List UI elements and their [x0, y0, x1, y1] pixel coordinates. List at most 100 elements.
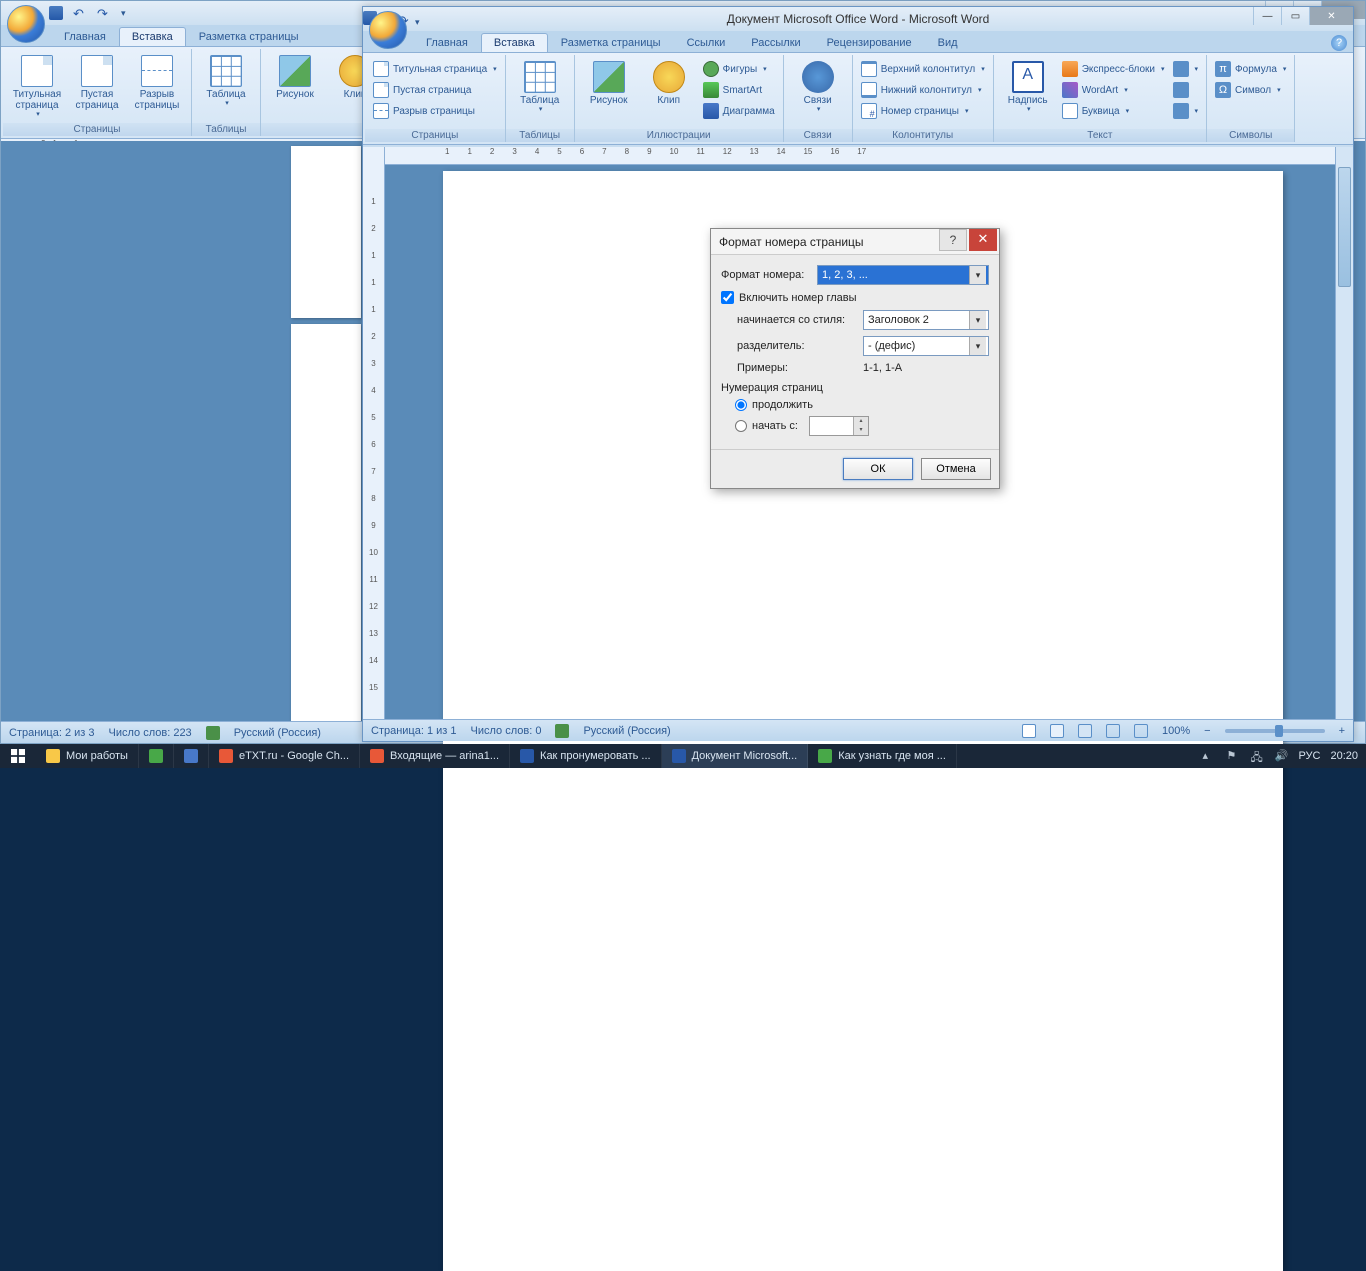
continue-radio[interactable]: продолжить: [721, 399, 989, 411]
qat-dropdown-icon[interactable]: ▾: [415, 17, 420, 27]
tab-home[interactable]: Главная: [51, 27, 119, 46]
smartart-button[interactable]: SmartArt: [701, 80, 777, 100]
blank-page-button[interactable]: Пустая страница: [69, 53, 125, 113]
page-break-button[interactable]: Разрыв страницы: [371, 101, 499, 121]
qat-dropdown-icon[interactable]: ▾: [121, 8, 126, 19]
taskbar-item[interactable]: [139, 744, 174, 768]
status-lang-back[interactable]: Русский (Россия): [234, 727, 321, 739]
tray-lang[interactable]: РУС: [1298, 750, 1320, 762]
blank-page-button[interactable]: Пустая страница: [371, 80, 499, 100]
wordart-button[interactable]: WordArt: [1060, 80, 1167, 100]
save-icon[interactable]: [49, 6, 63, 20]
continue-radio-input[interactable]: [735, 399, 747, 411]
view-draft-icon[interactable]: [1134, 724, 1148, 738]
status-page-back[interactable]: Страница: 2 из 3: [9, 727, 95, 739]
dialog-close-button[interactable]: ✕: [969, 229, 997, 251]
table-button[interactable]: Таблица: [512, 59, 568, 116]
tray-volume-icon[interactable]: 🔊: [1274, 749, 1288, 763]
tab-layout[interactable]: Разметка страницы: [186, 27, 312, 46]
status-words-back[interactable]: Число слов: 223: [109, 727, 192, 739]
view-web-icon[interactable]: [1078, 724, 1092, 738]
dialog-title[interactable]: Формат номера страницы ? ✕: [711, 229, 999, 255]
ruler-vertical-front[interactable]: 1211123456789101112131415: [363, 147, 385, 719]
picture-button[interactable]: Рисунок: [581, 59, 637, 108]
status-lang-front[interactable]: Русский (Россия): [583, 725, 670, 737]
dialog-help-button[interactable]: ?: [939, 229, 967, 251]
view-print-icon[interactable]: [1022, 724, 1036, 738]
start-at-spinner[interactable]: [809, 416, 869, 436]
taskbar-item[interactable]: [174, 744, 209, 768]
cover-page-button[interactable]: Титульная страница: [9, 53, 65, 121]
view-read-icon[interactable]: [1050, 724, 1064, 738]
zoom-level[interactable]: 100%: [1162, 725, 1190, 737]
cover-page-button[interactable]: Титульная страница: [371, 59, 499, 79]
page-thumb-1[interactable]: [291, 146, 361, 318]
taskbar-item[interactable]: Мои работы: [36, 744, 139, 768]
tray-clock[interactable]: 20:20: [1330, 750, 1358, 762]
symbol-button[interactable]: ΩСимвол: [1213, 80, 1288, 100]
start-button[interactable]: [0, 744, 36, 768]
view-outline-icon[interactable]: [1106, 724, 1120, 738]
tab-view[interactable]: Вид: [925, 33, 971, 52]
status-page-front[interactable]: Страница: 1 из 1: [371, 725, 457, 737]
header-button[interactable]: Верхний колонтитул: [859, 59, 987, 79]
format-select[interactable]: 1, 2, 3, ...: [817, 265, 989, 285]
page-thumb-2[interactable]: [291, 324, 361, 721]
tab-insert[interactable]: Вставка: [119, 27, 186, 46]
shapes-button[interactable]: Фигуры: [701, 59, 777, 79]
starts-style-select[interactable]: Заголовок 2: [863, 310, 989, 330]
redo-icon[interactable]: [97, 6, 111, 20]
status-words-front[interactable]: Число слов: 0: [471, 725, 542, 737]
textbox-button[interactable]: Надпись: [1000, 59, 1056, 116]
tab-mailings[interactable]: Рассылки: [738, 33, 813, 52]
object-button[interactable]: [1171, 101, 1201, 121]
tray-network-icon[interactable]: 🖧: [1250, 749, 1264, 763]
close-button[interactable]: ✕: [1309, 7, 1353, 25]
start-at-radio[interactable]: начать с:: [721, 416, 989, 436]
office-button-back[interactable]: [7, 5, 45, 43]
cancel-button[interactable]: Отмена: [921, 458, 991, 480]
footer-button[interactable]: Нижний колонтитул: [859, 80, 987, 100]
clip-button[interactable]: Клип: [641, 59, 697, 108]
start-at-radio-input[interactable]: [735, 420, 747, 432]
proofing-icon[interactable]: [206, 726, 220, 740]
tray-flag-icon[interactable]: ⚑: [1226, 749, 1240, 763]
include-chapter-input[interactable]: [721, 291, 734, 304]
include-chapter-checkbox[interactable]: Включить номер главы: [721, 291, 989, 304]
picture-button[interactable]: Рисунок: [267, 53, 323, 102]
scrollbar-thumb[interactable]: [1338, 167, 1351, 287]
chart-button[interactable]: Диаграмма: [701, 101, 777, 121]
tab-insert[interactable]: Вставка: [481, 33, 548, 52]
office-button-front[interactable]: [369, 11, 407, 49]
page-break-button[interactable]: Разрыв страницы: [129, 53, 185, 113]
table-button[interactable]: Таблица: [198, 53, 254, 110]
zoom-out-icon[interactable]: −: [1204, 725, 1210, 737]
date-time-button[interactable]: [1171, 80, 1201, 100]
quick-parts-button[interactable]: Экспресс-блоки: [1060, 59, 1167, 79]
taskbar-item[interactable]: eTXT.ru - Google Ch...: [209, 744, 360, 768]
sig-line-button[interactable]: [1171, 59, 1201, 79]
maximize-button[interactable]: ▭: [1281, 7, 1309, 25]
ruler-horizontal-front[interactable]: 11234567891011121314151617: [385, 147, 1353, 165]
taskbar-item[interactable]: Как пронумеровать ...: [510, 744, 662, 768]
taskbar-item[interactable]: Как узнать где моя ...: [808, 744, 957, 768]
tab-references[interactable]: Ссылки: [674, 33, 739, 52]
taskbar-item[interactable]: Входящие — arina1...: [360, 744, 510, 768]
equation-button[interactable]: πФормула: [1213, 59, 1288, 79]
zoom-slider[interactable]: [1225, 729, 1325, 733]
links-button[interactable]: Связи: [790, 59, 846, 116]
tray-up-icon[interactable]: ▴: [1202, 749, 1216, 763]
proofing-icon[interactable]: [555, 724, 569, 738]
dropcap-button[interactable]: Буквица: [1060, 101, 1167, 121]
tab-review[interactable]: Рецензирование: [814, 33, 925, 52]
undo-icon[interactable]: [73, 6, 87, 20]
page-number-button[interactable]: Номер страницы: [859, 101, 987, 121]
scrollbar-vertical[interactable]: [1335, 147, 1353, 719]
tab-layout[interactable]: Разметка страницы: [548, 33, 674, 52]
help-icon[interactable]: ?: [1331, 35, 1347, 51]
separator-select[interactable]: - (дефис): [863, 336, 989, 356]
minimize-button[interactable]: —: [1253, 7, 1281, 25]
tab-home[interactable]: Главная: [413, 33, 481, 52]
taskbar-item[interactable]: Документ Microsoft...: [662, 744, 809, 768]
ok-button[interactable]: ОК: [843, 458, 913, 480]
